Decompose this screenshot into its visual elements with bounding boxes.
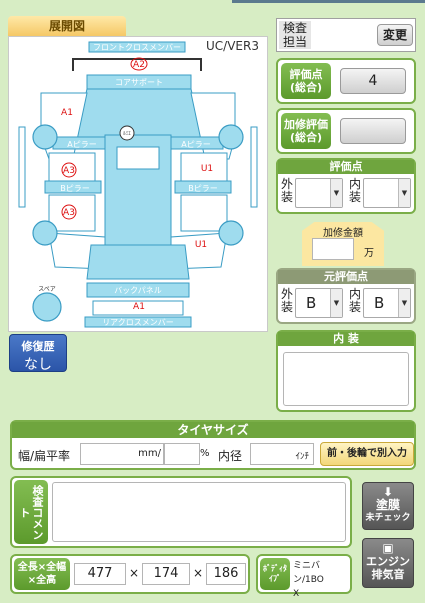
chevron-down-icon: ▼ bbox=[398, 179, 410, 207]
paint-check-button[interactable]: ⬇ 塗膜 未チェック bbox=[362, 482, 414, 530]
tire-width-input[interactable]: mm/ bbox=[80, 443, 164, 465]
score-panel: 評価点 外装 ▼ 内装 ▼ bbox=[276, 158, 416, 214]
engine-sound-button[interactable]: ▣ エンジン 排気音 bbox=[362, 538, 414, 588]
grade-panel: 評価点 (総合) 4 bbox=[276, 58, 416, 104]
repair-cost-title: 加修金額 bbox=[323, 228, 363, 239]
score-exterior-label: 外装 bbox=[280, 177, 293, 204]
mark-a3-upper: A3 bbox=[63, 166, 75, 176]
label-rear-cross-member: リアクロスメンバー bbox=[102, 318, 174, 327]
repair-cost-panel: 加修金額 万 bbox=[302, 222, 384, 266]
front-rear-separate-button[interactable]: 前・後輪で別入力 bbox=[320, 442, 414, 466]
mark-a1-front-left: A1 bbox=[61, 108, 73, 118]
chevron-down-icon: ▼ bbox=[398, 289, 410, 317]
chevron-down-icon: ▼ bbox=[330, 289, 342, 317]
version-label: UC/VER3 bbox=[206, 39, 259, 53]
score-title: 評価点 bbox=[278, 160, 414, 174]
label-b-pillar-left: Bピラー bbox=[60, 184, 90, 193]
mark-a1-rear: A1 bbox=[133, 302, 145, 312]
inspector-box: 検査 担当 変更 bbox=[276, 18, 416, 52]
original-exterior-label: 外装 bbox=[280, 287, 293, 314]
label-a-pillar-right: Aピラー bbox=[181, 140, 210, 149]
label-emblem: ﾙﾐｴ bbox=[123, 131, 131, 137]
repair-history-button[interactable]: 修復歴 なし bbox=[9, 334, 67, 373]
body-type-value: ミニバン/1BO X bbox=[293, 561, 324, 599]
diagram-tab[interactable]: 展開図 bbox=[8, 16, 126, 36]
part-right-step[interactable] bbox=[250, 126, 258, 208]
length-input[interactable]: 477 bbox=[74, 563, 126, 585]
change-inspector-button[interactable]: 変更 bbox=[377, 24, 413, 46]
repair-history-label: 修復歴 bbox=[21, 340, 55, 353]
score-interior-select[interactable]: ▼ bbox=[363, 178, 411, 208]
label-back-panel: バックパネル bbox=[114, 286, 162, 295]
inspection-comment-label: 検査コメント bbox=[14, 480, 48, 544]
tire-ratio-input[interactable] bbox=[164, 443, 200, 465]
original-exterior-select[interactable]: B ▼ bbox=[295, 288, 343, 318]
interior-textarea[interactable] bbox=[283, 352, 409, 406]
windshield bbox=[116, 146, 160, 170]
part-left-step[interactable] bbox=[18, 126, 26, 208]
label-a-pillar-left: Aピラー bbox=[67, 140, 96, 149]
dimensions-label: 全長×全幅 ×全高 bbox=[14, 558, 70, 590]
body-type-label: ﾎﾞﾃﾞｨﾀ ｲﾌﾟ bbox=[260, 558, 290, 590]
original-score-title: 元評価点 bbox=[278, 270, 414, 284]
times-sign-1: × bbox=[129, 566, 140, 580]
original-interior-select[interactable]: B ▼ bbox=[363, 288, 411, 318]
interior-title: 内 装 bbox=[278, 332, 414, 346]
inspection-comment-panel: 検査コメント bbox=[10, 476, 352, 548]
extra-grade-panel: 加修評価 (総合) bbox=[276, 108, 416, 154]
spare-tire[interactable] bbox=[32, 292, 62, 322]
engine-icon: ▣ bbox=[382, 541, 394, 555]
wheel-front-left[interactable] bbox=[32, 124, 58, 150]
inspector-label: 検査 担当 bbox=[279, 21, 311, 49]
original-interior-label: 内装 bbox=[348, 287, 361, 314]
top-edge-bar bbox=[232, 0, 425, 3]
score-exterior-select[interactable]: ▼ bbox=[295, 178, 343, 208]
mark-a2: A2 bbox=[133, 60, 145, 70]
grade-label: 評価点 (総合) bbox=[281, 63, 331, 99]
score-interior-label: 内装 bbox=[348, 177, 361, 204]
tire-inner-label: 内径 bbox=[218, 449, 243, 463]
vehicle-diagram[interactable]: フロントクロスメンバー コアサポート Aピラー Aピラー Bピラー Bピラー バ… bbox=[8, 36, 268, 332]
width-input[interactable]: 174 bbox=[142, 563, 190, 585]
grade-value-button[interactable]: 4 bbox=[340, 68, 406, 94]
repair-cost-unit: 万 bbox=[364, 248, 374, 259]
tire-inner-input[interactable]: ｲﾝﾁ bbox=[250, 443, 314, 465]
repair-history-value: なし bbox=[24, 357, 52, 373]
part-rear-gate[interactable] bbox=[86, 244, 190, 280]
extra-grade-label: 加修評価 (総合) bbox=[281, 113, 331, 149]
times-sign-2: × bbox=[193, 566, 204, 580]
label-b-pillar-right: Bピラー bbox=[188, 184, 218, 193]
original-score-panel: 元評価点 外装 B ▼ 内装 B ▼ bbox=[276, 268, 416, 324]
chevron-down-icon: ▼ bbox=[330, 179, 342, 207]
mark-u1-rear: U1 bbox=[195, 240, 207, 250]
tire-title: タイヤサイズ bbox=[12, 422, 414, 438]
label-core-support: コアサポート bbox=[115, 78, 163, 87]
label-front-cross-member: フロントクロスメンバー bbox=[93, 43, 181, 52]
tire-width-label: 幅/扁平率 bbox=[18, 449, 71, 463]
extra-grade-value-button[interactable] bbox=[340, 118, 406, 144]
interior-panel: 内 装 bbox=[276, 330, 416, 412]
body-type-panel: ﾎﾞﾃﾞｨﾀ ｲﾌﾟ ミニバン/1BO X bbox=[256, 554, 352, 599]
wheel-rear-right[interactable] bbox=[218, 220, 244, 246]
part-right-rear-door[interactable] bbox=[180, 194, 228, 232]
mark-u1-front: U1 bbox=[201, 164, 213, 174]
repair-cost-input[interactable] bbox=[312, 238, 354, 260]
label-spare: スペア bbox=[38, 286, 56, 293]
mark-a3-lower: A3 bbox=[63, 208, 75, 218]
tire-percent-unit: % bbox=[200, 448, 210, 459]
dimensions-panel: 全長×全幅 ×全高 477 × 174 × 186 bbox=[10, 554, 250, 594]
vehicle-diagram-svg: フロントクロスメンバー コアサポート Aピラー Aピラー Bピラー Bピラー バ… bbox=[18, 41, 258, 328]
height-input[interactable]: 186 bbox=[206, 563, 246, 585]
inspection-comment-textarea[interactable] bbox=[52, 482, 346, 542]
tire-panel: タイヤサイズ 幅/扁平率 mm/ % 内径 ｲﾝﾁ 前・後輪で別入力 bbox=[10, 420, 416, 470]
wheel-rear-left[interactable] bbox=[32, 220, 58, 246]
wheel-front-right[interactable] bbox=[218, 124, 244, 150]
